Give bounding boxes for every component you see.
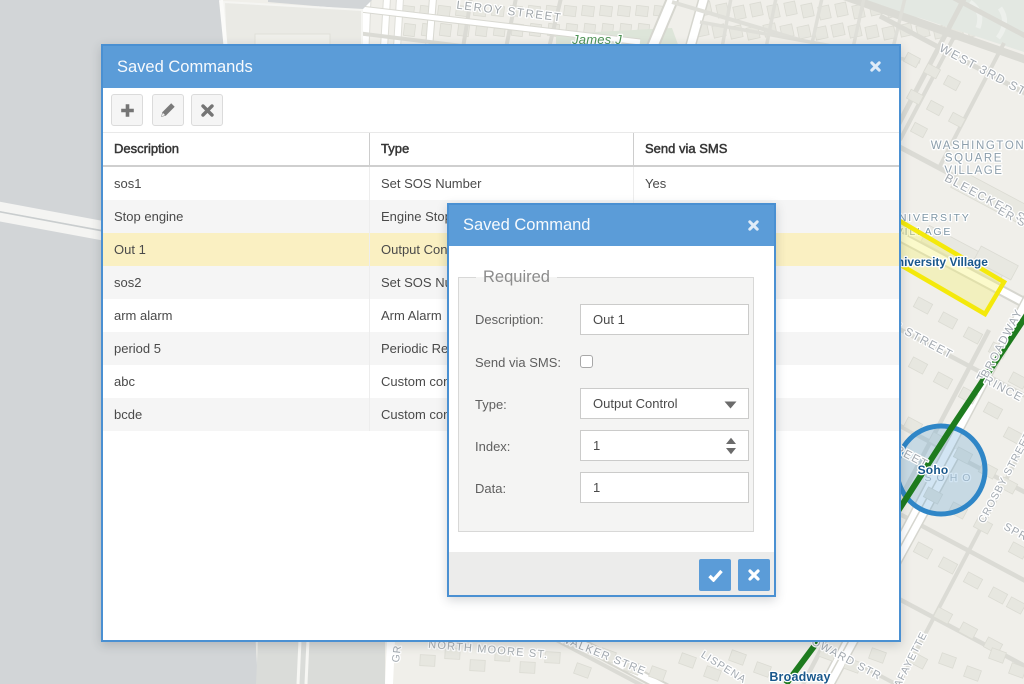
svg-text:WASHINGTON: WASHINGTON xyxy=(931,140,1024,152)
svg-text:Broadway: Broadway xyxy=(769,670,830,684)
svg-text:GR: GR xyxy=(390,644,404,663)
svg-text:Soho: Soho xyxy=(918,463,949,477)
svg-text:SQUARE: SQUARE xyxy=(945,153,1003,165)
svg-text:University Village: University Village xyxy=(888,255,988,269)
